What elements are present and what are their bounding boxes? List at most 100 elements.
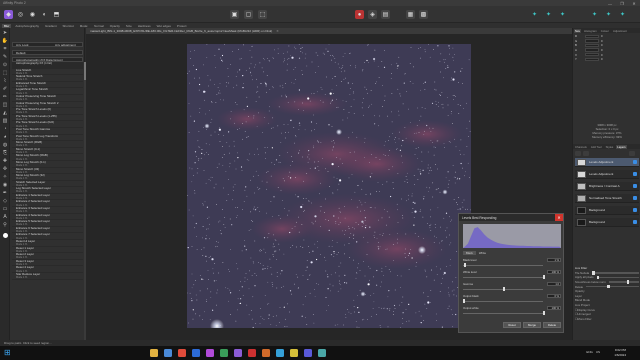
tray-region[interactable]: US [596, 350, 600, 354]
preset-item[interactable]: Colour Preserving Tone Stretch 2 Mode 1 % [12, 102, 83, 109]
freehand-select-icon[interactable]: ⌇ [2, 78, 9, 84]
persona-photo-icon[interactable]: ◆ [4, 10, 13, 19]
layer-row[interactable]: Brightness / Contrast A [575, 182, 639, 191]
slider-thumb[interactable] [626, 280, 630, 284]
preset-group-header[interactable]: Astrophotography FX (1 list) [12, 62, 83, 69]
preset-item[interactable]: Enhance 7 Selected Layer Mode 1 % [12, 233, 83, 241]
readout-field[interactable] [585, 57, 599, 62]
assistant-icon[interactable]: ◈ [368, 10, 377, 19]
crop-tool-icon[interactable]: ⌗ [2, 46, 9, 52]
tab-adjustment[interactable]: Adjustment [612, 29, 628, 33]
studio-icon[interactable]: ✦ [590, 10, 599, 19]
view-tool-icon[interactable]: ✋ [2, 38, 9, 44]
layer-visibility-checkbox[interactable] [633, 208, 637, 212]
context-item-5[interactable]: Normal [92, 24, 106, 28]
preset-item[interactable]: Reset Hi Layer Mode 1 % [12, 240, 83, 247]
slider-thumb[interactable] [543, 275, 545, 279]
start-menu-icon[interactable]: ⊞ [4, 349, 12, 357]
persona-liquify-icon[interactable]: ◎ [16, 10, 25, 19]
preset-item[interactable]: Star Reduce Layer Mode 1 % [12, 273, 83, 280]
row-value-field[interactable]: 1 % [547, 257, 561, 262]
layer-row[interactable]: Normalised Tone Stretch [575, 194, 639, 203]
preset-item[interactable]: Enhance 3 Selected Layer Mode 1 % [12, 207, 83, 214]
taskbar-app-icon[interactable] [276, 349, 284, 357]
settings-icon[interactable]: ✦ [618, 10, 627, 19]
snapping-icon[interactable]: ● [355, 10, 364, 19]
healing-tool-icon[interactable]: ✚ [2, 158, 9, 164]
slider-thumb[interactable] [607, 284, 610, 289]
row-slider[interactable] [463, 287, 543, 291]
preset-item[interactable]: Reset 4 Layer Mode 1 % [12, 266, 83, 273]
preset-item[interactable]: Pre Tone Stretch Levels (1-255) Mode 1 % [12, 115, 83, 122]
layer-visibility-checkbox[interactable] [633, 220, 637, 224]
shape-tool-icon[interactable]: ▭ [2, 206, 9, 212]
row-slider[interactable] [463, 275, 545, 279]
context-item-10[interactable]: Protect [175, 24, 189, 28]
context-item-3[interactable]: Shortcut [61, 24, 76, 28]
flood-select-icon[interactable]: ⊙ [2, 62, 9, 68]
tab-layers[interactable]: Layers [616, 144, 627, 149]
layer-row[interactable]: Levels Adjustment [575, 158, 639, 167]
preset-item[interactable]: Mono Stretch (RGB) Mode 1 % [12, 141, 83, 148]
merge-button[interactable]: Merge [523, 322, 541, 328]
preset-item[interactable]: Mono Stretch (32) Mode 1 % [12, 168, 83, 175]
slider-thumb[interactable] [543, 311, 545, 315]
levels-row-slider[interactable] [463, 274, 561, 279]
slider-thumb[interactable] [592, 271, 595, 275]
filter-dropdown[interactable]: Default [12, 50, 83, 55]
arrange-icon[interactable]: ▤ [381, 10, 390, 19]
context-item-6[interactable]: Opacity [108, 24, 122, 28]
slider-thumb[interactable] [596, 275, 599, 280]
preset-item[interactable]: Live Stretch Mode 1 % [12, 69, 83, 76]
fill-tool-icon[interactable]: ◭ [2, 110, 9, 116]
row-value-field[interactable]: 100 % [547, 269, 561, 274]
distribute-icon[interactable]: ▦ [406, 10, 415, 19]
taskbar-app-icon[interactable] [164, 349, 172, 357]
taskbar-app-icon[interactable] [262, 349, 270, 357]
tab-navigator[interactable]: Nav [574, 28, 581, 33]
readout-field[interactable] [585, 48, 599, 52]
sponge-tool-icon[interactable]: ◍ [2, 142, 9, 148]
layer-visibility-checkbox[interactable] [633, 196, 637, 200]
taskbar-app-icon[interactable] [234, 349, 242, 357]
paint-brush-icon[interactable]: ✐ [2, 86, 9, 92]
row-slider[interactable] [463, 311, 545, 315]
row-slider[interactable] [592, 271, 639, 275]
slider-thumb[interactable] [463, 263, 466, 267]
channel-tab-black[interactable]: Black [463, 250, 476, 255]
canvas-area[interactable]: Levels Best Responding ✕ Black White Bla… [86, 34, 572, 346]
clone-tool-icon[interactable]: ⎘ [2, 150, 9, 156]
preset-item[interactable]: Mono Log Stretch (0-1) Mode 1 % [12, 161, 83, 168]
check-mono-filter[interactable]: ☐ Mono Filter [575, 317, 639, 322]
primary-color-icon[interactable] [2, 232, 9, 238]
erase-icon[interactable]: ▣ [230, 10, 239, 19]
selection-icon[interactable]: ⬚ [258, 10, 267, 19]
help-icon[interactable]: ✦ [604, 10, 613, 19]
preset-item[interactable]: Logarithmic Tone Stretch Mode 1 % [12, 88, 83, 95]
mask-icon[interactable]: ✦ [558, 10, 567, 19]
preset-item[interactable]: Reset 2 Layer Mode 1 % [12, 253, 83, 260]
preset-item[interactable]: Mono Stretch (0-1) Mode 1 % [12, 148, 83, 155]
row-slider[interactable] [596, 275, 639, 280]
readout-field[interactable] [585, 34, 599, 39]
layer-blend-icon[interactable] [583, 151, 589, 156]
levels-row-slider[interactable] [463, 262, 561, 267]
preset-item[interactable]: Reset 3 Layer Mode 1 % [12, 260, 83, 267]
close-document-icon[interactable]: ✕ [276, 29, 279, 33]
inpainting-tool-icon[interactable]: ✧ [2, 174, 9, 180]
channel-tabs[interactable]: Black White [463, 250, 561, 255]
context-item-7[interactable]: Size [124, 24, 134, 28]
tab-histogram[interactable]: Histogram [583, 29, 598, 33]
node-tool-icon[interactable]: ◇ [2, 198, 9, 204]
erase-brush-icon[interactable]: ◫ [2, 102, 9, 108]
reset-button[interactable]: Reset [503, 322, 521, 328]
preset-item[interactable]: Pre Tone Stretch Levels (0) Mode 1 % [12, 108, 83, 115]
layer-row[interactable]: Background [575, 218, 639, 227]
dodge-tool-icon[interactable]: ◔ [2, 126, 9, 132]
context-item-8[interactable]: Hardness [136, 24, 153, 28]
layer-visibility-checkbox[interactable] [633, 172, 637, 176]
readout-field[interactable] [585, 39, 599, 43]
context-item-1[interactable]: Astrophotography [13, 24, 41, 28]
readout-field[interactable] [585, 52, 599, 57]
preset-item[interactable]: Log Stretch Selected Layer Mode 1 % [12, 187, 83, 194]
